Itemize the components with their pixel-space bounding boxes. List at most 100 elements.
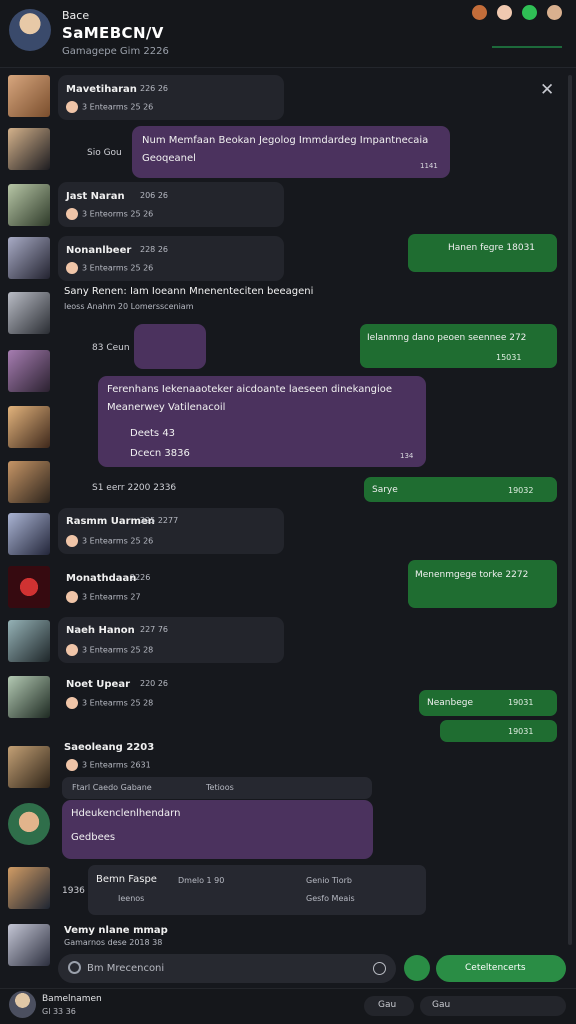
chat-bubble[interactable] xyxy=(132,126,450,178)
row-name: Monathdaan xyxy=(66,573,137,584)
avatar[interactable] xyxy=(8,292,50,334)
row-time: 226 26 xyxy=(140,84,168,93)
reaction-text: Ieenos xyxy=(118,894,145,903)
chat-bubble-text: Menenmgege torke 2272 xyxy=(415,570,529,580)
header-divider xyxy=(492,46,562,48)
row-time: 2226 xyxy=(130,573,151,582)
row-time: 228 26 xyxy=(140,245,168,254)
chat-bubble-text: Hdeukenclenlhendarn xyxy=(71,808,181,819)
row-time: 220 26 xyxy=(140,679,168,688)
list-item[interactable] xyxy=(58,508,284,554)
list-item[interactable] xyxy=(58,617,284,663)
reaction-card[interactable] xyxy=(88,865,426,915)
header-subtitle: Gamagepe Gim 2226 xyxy=(62,46,169,57)
chat-bubble-text: Dcecn 3836 xyxy=(130,448,190,459)
timestamp: 1141 xyxy=(420,162,438,170)
header-name: Bace xyxy=(62,9,90,22)
header-icon-2[interactable] xyxy=(497,5,512,20)
avatar[interactable] xyxy=(8,461,50,503)
header-icon-4[interactable] xyxy=(547,5,562,20)
chat-bubble[interactable] xyxy=(408,234,557,272)
row-meta: 3 Entearms 2631 xyxy=(66,759,151,771)
avatar[interactable] xyxy=(8,184,50,226)
reaction-text: Bemn Faspe xyxy=(96,874,157,885)
timestamp: 15031 xyxy=(496,353,522,362)
row-name: Noet Upear xyxy=(66,679,131,690)
timestamp: 19031 xyxy=(508,698,534,707)
bottom-button-label: Gau xyxy=(378,1000,397,1010)
chat-bubble-text: Neanbege xyxy=(427,698,473,708)
sender-label: 1936 xyxy=(62,886,85,896)
row-meta: 3 Entearms 25 26 xyxy=(66,262,153,274)
avatar[interactable] xyxy=(8,350,50,392)
system-message: Sany Renen: Iam Ioeann Mnenenteciten bee… xyxy=(64,286,314,297)
chat-bubble-text: Gedbees xyxy=(71,832,116,843)
timestamp: 134 xyxy=(400,452,414,460)
chat-bubble-text: Meanerwey Vatilenacoil xyxy=(107,402,226,413)
list-item[interactable] xyxy=(58,236,284,281)
row-meta: 3 Entearms 27 xyxy=(66,591,141,603)
avatar[interactable] xyxy=(8,237,50,279)
profile-avatar[interactable] xyxy=(9,9,51,51)
row-name: Nonanlbeer xyxy=(66,245,132,256)
row-name: Mavetiharan xyxy=(66,84,137,95)
scrollbar[interactable] xyxy=(568,75,572,945)
reaction-text: Dmelo 1 90 xyxy=(178,876,225,885)
row-meta: 3 Entearms 25 28 xyxy=(66,697,153,709)
chat-bubble-text: Hanen fegre 18031 xyxy=(448,243,536,253)
close-icon[interactable]: ✕ xyxy=(540,80,554,100)
composer-placeholder: Bm Mrecenconi xyxy=(87,963,165,974)
avatar[interactable] xyxy=(8,803,50,845)
chat-bubble-text: Sarye xyxy=(372,485,398,495)
list-item[interactable] xyxy=(58,182,284,227)
chat-bubble-text: Deets 43 xyxy=(130,428,176,439)
chat-bubble[interactable] xyxy=(408,560,557,608)
avatar[interactable] xyxy=(8,924,50,966)
chat-bubble[interactable] xyxy=(440,720,557,742)
chat-bubble-text: Num Memfaan Beokan Jegolog Immdardeg Imp… xyxy=(142,135,429,146)
reaction-text: Genio Tiorb xyxy=(306,876,352,885)
row-meta: 3 Entearms 25 28 xyxy=(66,644,153,656)
row-meta: 3 Entearms 25 26 xyxy=(66,535,153,547)
chat-bubble-text: Ferenhans Iekenaaoteker aicdoante laesee… xyxy=(107,384,393,395)
avatar[interactable] xyxy=(8,128,50,170)
chat-bubble-text: Ielanmng dano peoen seennee 272 xyxy=(367,333,527,343)
chat-bubble[interactable] xyxy=(134,324,206,369)
user-avatar[interactable] xyxy=(9,991,36,1018)
avatar[interactable] xyxy=(8,406,50,448)
header-icons xyxy=(472,5,562,20)
avatar[interactable] xyxy=(8,75,50,117)
sender-label: Sio Gou xyxy=(87,148,122,158)
sender-label: 83 Ceun xyxy=(92,343,130,353)
chat-bubble[interactable] xyxy=(360,324,557,368)
system-sub: Ieoss Anahm 20 Lomerssceniam xyxy=(64,302,194,311)
header-title: SaMEBCN/V xyxy=(62,24,164,42)
row-time: 206 26 xyxy=(140,191,168,200)
clock-icon[interactable] xyxy=(373,962,386,975)
header-icon-1[interactable] xyxy=(472,5,487,20)
timestamp: 19031 xyxy=(508,727,534,736)
row-meta: 3 Enteorms 25 26 xyxy=(66,208,153,220)
avatar[interactable] xyxy=(8,566,50,608)
avatar[interactable] xyxy=(8,746,50,788)
avatar[interactable] xyxy=(8,676,50,718)
bottom-button-label: Gau xyxy=(432,1000,451,1010)
chat-bubble-text: Geoqeanel xyxy=(142,153,196,164)
row-meta: Gamarnos dese 2018 38 xyxy=(64,938,163,947)
composer[interactable]: Bm Mrecenconi xyxy=(58,954,396,983)
quoted-text: Ftarl Caedo Gabane xyxy=(72,783,152,792)
reaction-text: Gesfo Meais xyxy=(306,894,355,903)
avatar[interactable] xyxy=(8,620,50,662)
row-name: Naeh Hanon xyxy=(66,625,135,636)
avatar[interactable] xyxy=(8,867,50,909)
quoted-label: Tetioos xyxy=(206,783,234,792)
sender-label: S1 eerr 2200 2336 xyxy=(92,483,177,493)
send-icon-button[interactable] xyxy=(404,955,430,981)
timestamp: 19032 xyxy=(508,486,534,495)
send-button-label: Ceteltencerts xyxy=(465,963,526,973)
list-item[interactable] xyxy=(58,75,284,120)
user-name: Bamelnamen xyxy=(42,994,102,1004)
header-icon-3[interactable] xyxy=(522,5,537,20)
avatar[interactable] xyxy=(8,513,50,555)
row-name: Jast Naran xyxy=(66,191,125,202)
